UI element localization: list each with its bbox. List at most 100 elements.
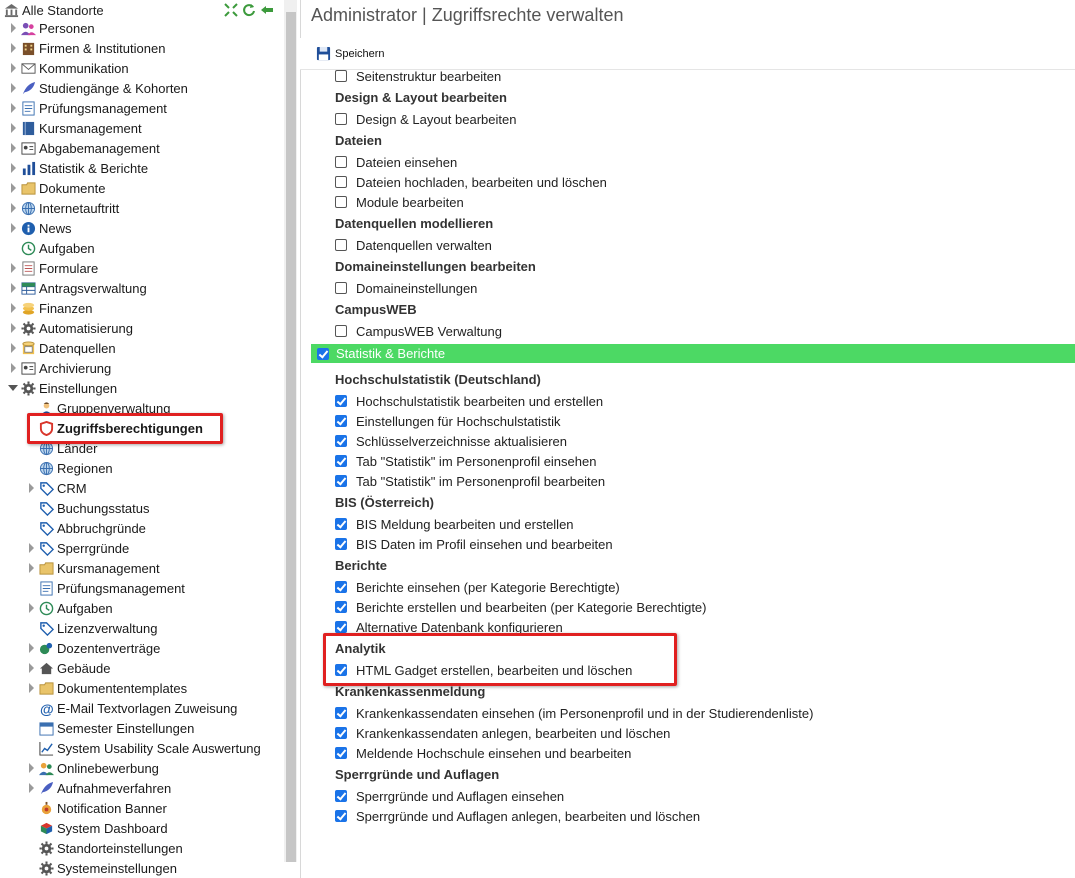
permission-item[interactable]: Sperrgründe und Auflagen einsehen — [335, 786, 564, 806]
expand-arrow-icon[interactable] — [8, 258, 18, 278]
tree-subitem-system-dashboard[interactable]: System Dashboard — [26, 818, 168, 838]
permission-checkbox[interactable] — [335, 810, 347, 822]
expand-arrow-icon[interactable] — [8, 298, 18, 318]
tree-item-studiengänge-kohorten[interactable]: Studiengänge & Kohorten — [8, 78, 188, 98]
expand-arrow-icon[interactable] — [8, 38, 18, 58]
tree-item-automatisierung[interactable]: Automatisierung — [8, 318, 133, 338]
permission-item[interactable]: Krankenkassendaten einsehen (im Personen… — [335, 703, 813, 723]
permission-item[interactable]: Einstellungen für Hochschulstatistik — [335, 411, 561, 431]
tree-subitem-abbruchgründe[interactable]: Abbruchgründe — [26, 518, 146, 538]
tree-item-kommunikation[interactable]: Kommunikation — [8, 58, 129, 78]
permission-checkbox[interactable] — [335, 282, 347, 294]
tree-item-prüfungsmanagement[interactable]: Prüfungsmanagement — [8, 98, 167, 118]
permission-item[interactable]: Domaineinstellungen — [335, 278, 477, 298]
permission-item[interactable]: Schlüsselverzeichnisse aktualisieren — [335, 431, 567, 451]
expand-arrow-icon[interactable] — [8, 158, 18, 178]
permission-checkbox[interactable] — [335, 70, 347, 82]
permission-item[interactable]: Meldende Hochschule einsehen und bearbei… — [335, 743, 631, 763]
tree-subitem-dokumententemplates[interactable]: Dokumententemplates — [26, 678, 187, 698]
permission-checkbox[interactable] — [335, 113, 347, 125]
permission-checkbox[interactable] — [335, 239, 347, 251]
tree-subitem-sperrgründe[interactable]: Sperrgründe — [26, 538, 129, 558]
tree-subitem-notification-banner[interactable]: Notification Banner — [26, 798, 167, 818]
permission-item[interactable]: Hochschulstatistik bearbeiten und erstel… — [335, 391, 603, 411]
permission-checkbox[interactable] — [335, 601, 347, 613]
tree-item-dokumente[interactable]: Dokumente — [8, 178, 105, 198]
expand-arrow-icon[interactable] — [8, 118, 18, 138]
tree-item-personen[interactable]: Personen — [8, 18, 95, 38]
permission-item[interactable]: Design & Layout bearbeiten — [335, 109, 516, 129]
tree-subitem-systemeinstellungen[interactable]: Systemeinstellungen — [26, 858, 177, 878]
expand-arrow-icon[interactable] — [8, 18, 18, 38]
permission-checkbox[interactable] — [335, 325, 347, 337]
tree-item-finanzen[interactable]: Finanzen — [8, 298, 92, 318]
tree-item-aufgaben[interactable]: Aufgaben — [8, 238, 95, 258]
permission-checkbox[interactable] — [335, 475, 347, 487]
permission-checkbox[interactable] — [335, 176, 347, 188]
tree-item-einstellungen[interactable]: Einstellungen — [8, 378, 117, 398]
expand-arrow-icon[interactable] — [26, 638, 36, 658]
expand-arrow-icon[interactable] — [26, 538, 36, 558]
permission-checkbox[interactable] — [335, 518, 347, 530]
tree-subitem-kursmanagement[interactable]: Kursmanagement — [26, 558, 160, 578]
tree-scrollbar-thumb[interactable] — [286, 12, 296, 862]
permission-checkbox[interactable] — [335, 790, 347, 802]
tree-subitem-standorteinstellungen[interactable]: Standorteinstellungen — [26, 838, 183, 858]
expand-arrow-icon[interactable] — [8, 178, 18, 198]
permission-item[interactable]: BIS Daten im Profil einsehen und bearbei… — [335, 534, 613, 554]
permission-item[interactable]: Sperrgründe und Auflagen anlegen, bearbe… — [335, 806, 700, 826]
tree-subitem-semester-einstellungen[interactable]: Semester Einstellungen — [26, 718, 194, 738]
permission-item[interactable]: Seitenstruktur bearbeiten — [335, 66, 501, 86]
permission-item[interactable]: Dateien hochladen, bearbeiten und lösche… — [335, 172, 607, 192]
permission-item[interactable]: Tab "Statistik" im Personenprofil einseh… — [335, 451, 596, 471]
tree-subitem-buchungsstatus[interactable]: Buchungsstatus — [26, 498, 150, 518]
tree-item-abgabemanagement[interactable]: Abgabemanagement — [8, 138, 160, 158]
permission-item[interactable]: Datenquellen verwalten — [335, 235, 492, 255]
permission-item[interactable]: Dateien einsehen — [335, 152, 457, 172]
expand-arrow-icon[interactable] — [8, 138, 18, 158]
tree-subitem-prüfungsmanagement[interactable]: Prüfungsmanagement — [26, 578, 185, 598]
save-button[interactable]: Speichern — [316, 46, 385, 61]
tree-subitem-dozentenverträge[interactable]: Dozentenverträge — [26, 638, 160, 658]
expand-arrow-icon[interactable] — [26, 658, 36, 678]
tree-subitem-system-usability-scale-auswertung[interactable]: System Usability Scale Auswertung — [26, 738, 261, 758]
tree-subitem-e-mail-textvorlagen-zuweisung[interactable]: @ E-Mail Textvorlagen Zuweisung — [26, 698, 237, 718]
tree-item-archivierung[interactable]: Archivierung — [8, 358, 111, 378]
tree-item-antragsverwaltung[interactable]: Antragsverwaltung — [8, 278, 147, 298]
collapse-all-icon[interactable] — [224, 3, 238, 17]
tree-subitem-regionen[interactable]: Regionen — [26, 458, 113, 478]
permission-item[interactable]: Krankenkassendaten anlegen, bearbeiten u… — [335, 723, 670, 743]
permission-checkbox[interactable] — [335, 196, 347, 208]
permission-checkbox[interactable] — [335, 747, 347, 759]
tree-subitem-aufnahmeverfahren[interactable]: Aufnahmeverfahren — [26, 778, 171, 798]
expand-arrow-icon[interactable] — [26, 758, 36, 778]
permission-item[interactable]: BIS Meldung bearbeiten und erstellen — [335, 514, 574, 534]
expand-arrow-icon[interactable] — [26, 598, 36, 618]
permission-checkbox[interactable] — [335, 707, 347, 719]
permission-checkbox[interactable] — [335, 415, 347, 427]
expand-arrow-icon[interactable] — [8, 318, 18, 338]
expand-arrow-icon[interactable] — [8, 218, 18, 238]
permission-item[interactable]: Tab "Statistik" im Personenprofil bearbe… — [335, 471, 605, 491]
expand-arrow-icon[interactable] — [8, 358, 18, 378]
refresh-icon[interactable] — [242, 3, 256, 17]
expand-arrow-icon[interactable] — [26, 478, 36, 498]
tree-item-kursmanagement[interactable]: Kursmanagement — [8, 118, 142, 138]
expand-arrow-icon[interactable] — [8, 98, 18, 118]
permission-item[interactable]: Berichte erstellen und bearbeiten (per K… — [335, 597, 707, 617]
permission-checkbox[interactable] — [335, 395, 347, 407]
tree-item-datenquellen[interactable]: Datenquellen — [8, 338, 116, 358]
tree-item-firmen-institutionen[interactable]: Firmen & Institutionen — [8, 38, 165, 58]
expand-arrow-icon[interactable] — [26, 778, 36, 798]
permission-item[interactable]: CampusWEB Verwaltung — [335, 321, 502, 341]
tree-subitem-crm[interactable]: CRM — [26, 478, 87, 498]
collapse-arrow-icon[interactable] — [8, 378, 18, 398]
permission-checkbox[interactable] — [335, 435, 347, 447]
module-checkbox[interactable] — [317, 347, 329, 360]
tree-subitem-onlinebewerbung[interactable]: Onlinebewerbung — [26, 758, 159, 778]
expand-arrow-icon[interactable] — [26, 678, 36, 698]
tree-root[interactable]: Alle Standorte — [0, 0, 284, 20]
expand-arrow-icon[interactable] — [8, 198, 18, 218]
expand-arrow-icon[interactable] — [26, 558, 36, 578]
permission-checkbox[interactable] — [335, 156, 347, 168]
